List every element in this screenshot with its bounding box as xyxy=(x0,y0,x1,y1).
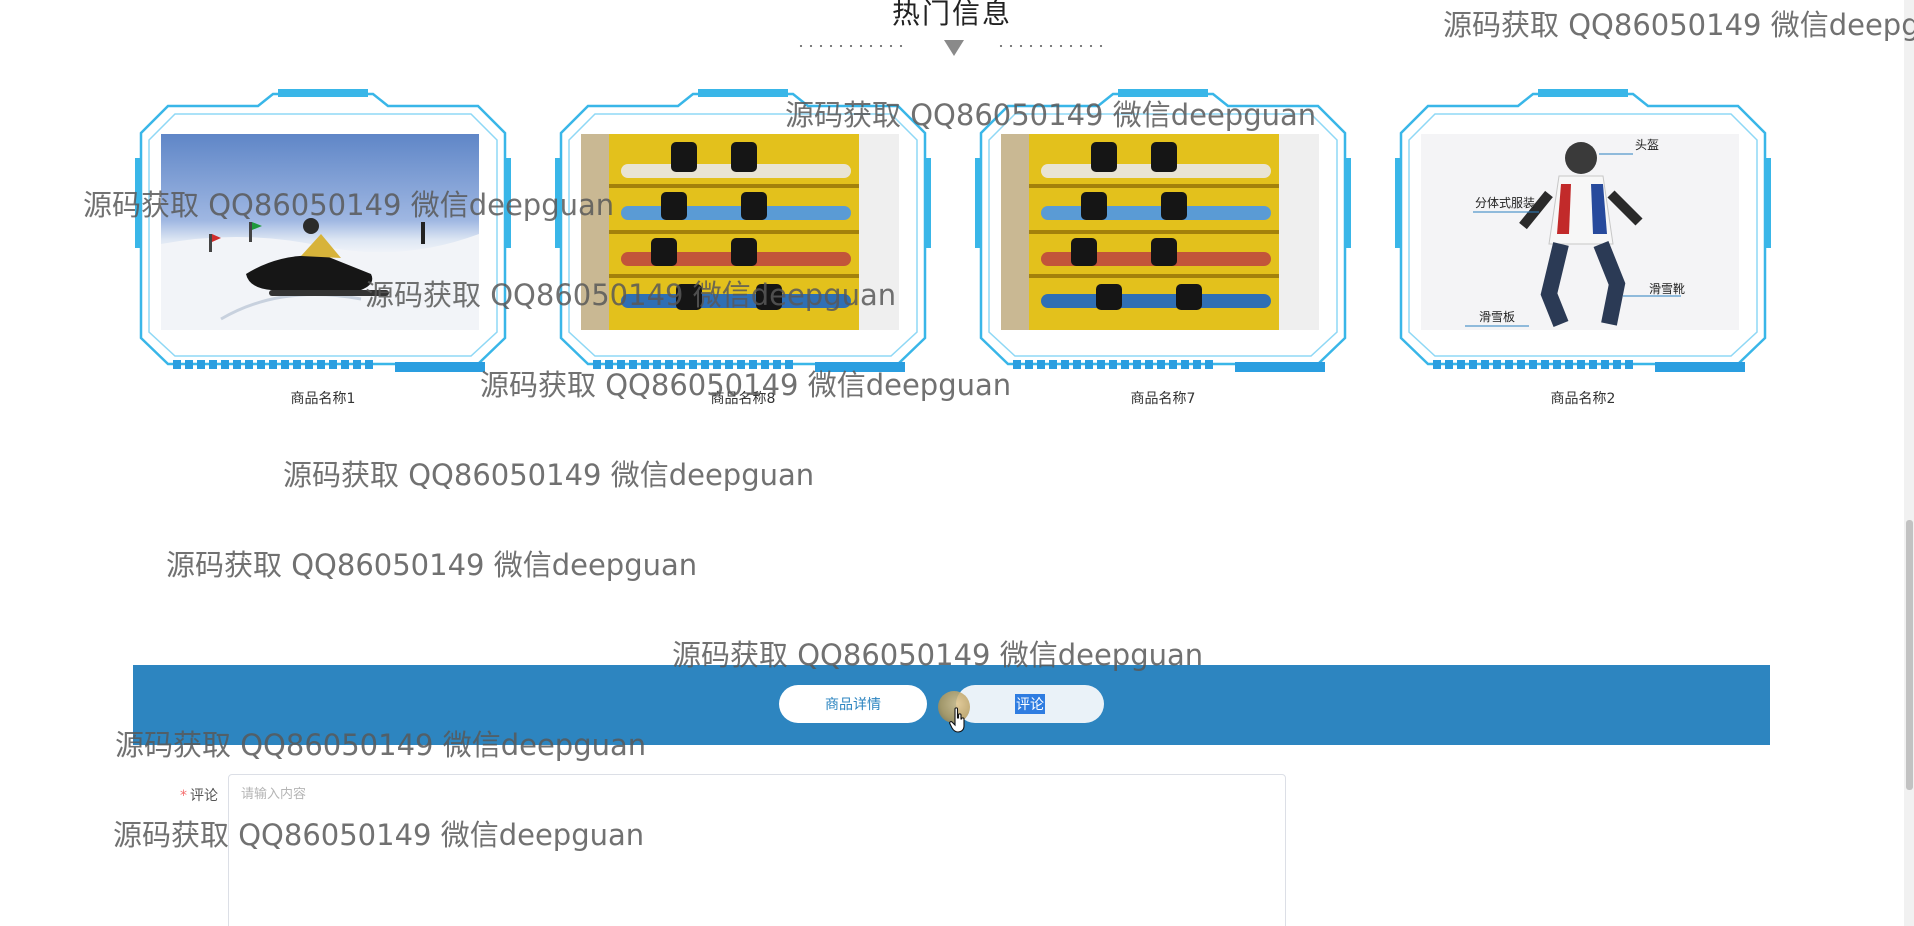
watermark: 源码获取 QQ86050149 微信deepguan xyxy=(166,548,698,582)
product-card[interactable]: 头盔 分体式服装 滑雪靴 滑雪板 商品名称2 xyxy=(1393,88,1773,408)
product-name[interactable]: 商品名称1 xyxy=(133,388,513,408)
gear-label-helmet: 头盔 xyxy=(1635,138,1660,152)
snowboard-gear-diagram[interactable]: 头盔 分体式服装 滑雪靴 滑雪板 xyxy=(1421,134,1739,330)
comment-label: * 评论 xyxy=(150,785,218,805)
snowboard-shop-photo[interactable] xyxy=(1001,134,1319,330)
scrollbar-thumb[interactable] xyxy=(1906,520,1913,790)
product-card[interactable]: 商品名称1 xyxy=(133,88,513,408)
snowmobile-photo[interactable] xyxy=(161,134,479,330)
page: 热门信息 商品名称1 商品名称8 商品名称7 头盔 分体式服装 滑雪靴 滑雪板 … xyxy=(0,0,1914,926)
title-decoration xyxy=(796,38,1106,58)
gear-label-boots: 滑雪靴 xyxy=(1649,282,1686,296)
comment-label-text: 评论 xyxy=(190,788,218,804)
watermark: 源码获取 QQ86050149 微信deepg xyxy=(1443,8,1914,42)
down-arrow-icon xyxy=(944,40,964,56)
dotted-line-right xyxy=(996,45,1106,47)
product-name[interactable]: 商品名称8 xyxy=(553,388,933,408)
tab-comment-label: 评论 xyxy=(1015,694,1045,714)
hand-cursor-icon xyxy=(949,707,965,733)
comment-textarea[interactable] xyxy=(228,774,1286,926)
product-name[interactable]: 商品名称2 xyxy=(1393,388,1773,408)
tab-comment[interactable]: 评论 xyxy=(956,685,1104,723)
product-card[interactable]: 商品名称8 xyxy=(553,88,933,408)
gear-label-board: 滑雪板 xyxy=(1479,310,1516,324)
snowboard-shop-photo[interactable] xyxy=(581,134,899,330)
product-card[interactable]: 商品名称7 xyxy=(973,88,1353,408)
watermark: 源码获取 QQ86050149 微信deepguan xyxy=(283,458,815,492)
detail-tab-bar: 商品详情 评论 xyxy=(133,665,1770,745)
required-mark: * xyxy=(180,788,187,804)
dotted-line-left xyxy=(796,45,906,47)
product-name[interactable]: 商品名称7 xyxy=(973,388,1353,408)
tab-product-details[interactable]: 商品详情 xyxy=(779,685,927,723)
gear-label-suit: 分体式服装 xyxy=(1475,196,1536,210)
section-title: 热门信息 xyxy=(891,0,1012,30)
